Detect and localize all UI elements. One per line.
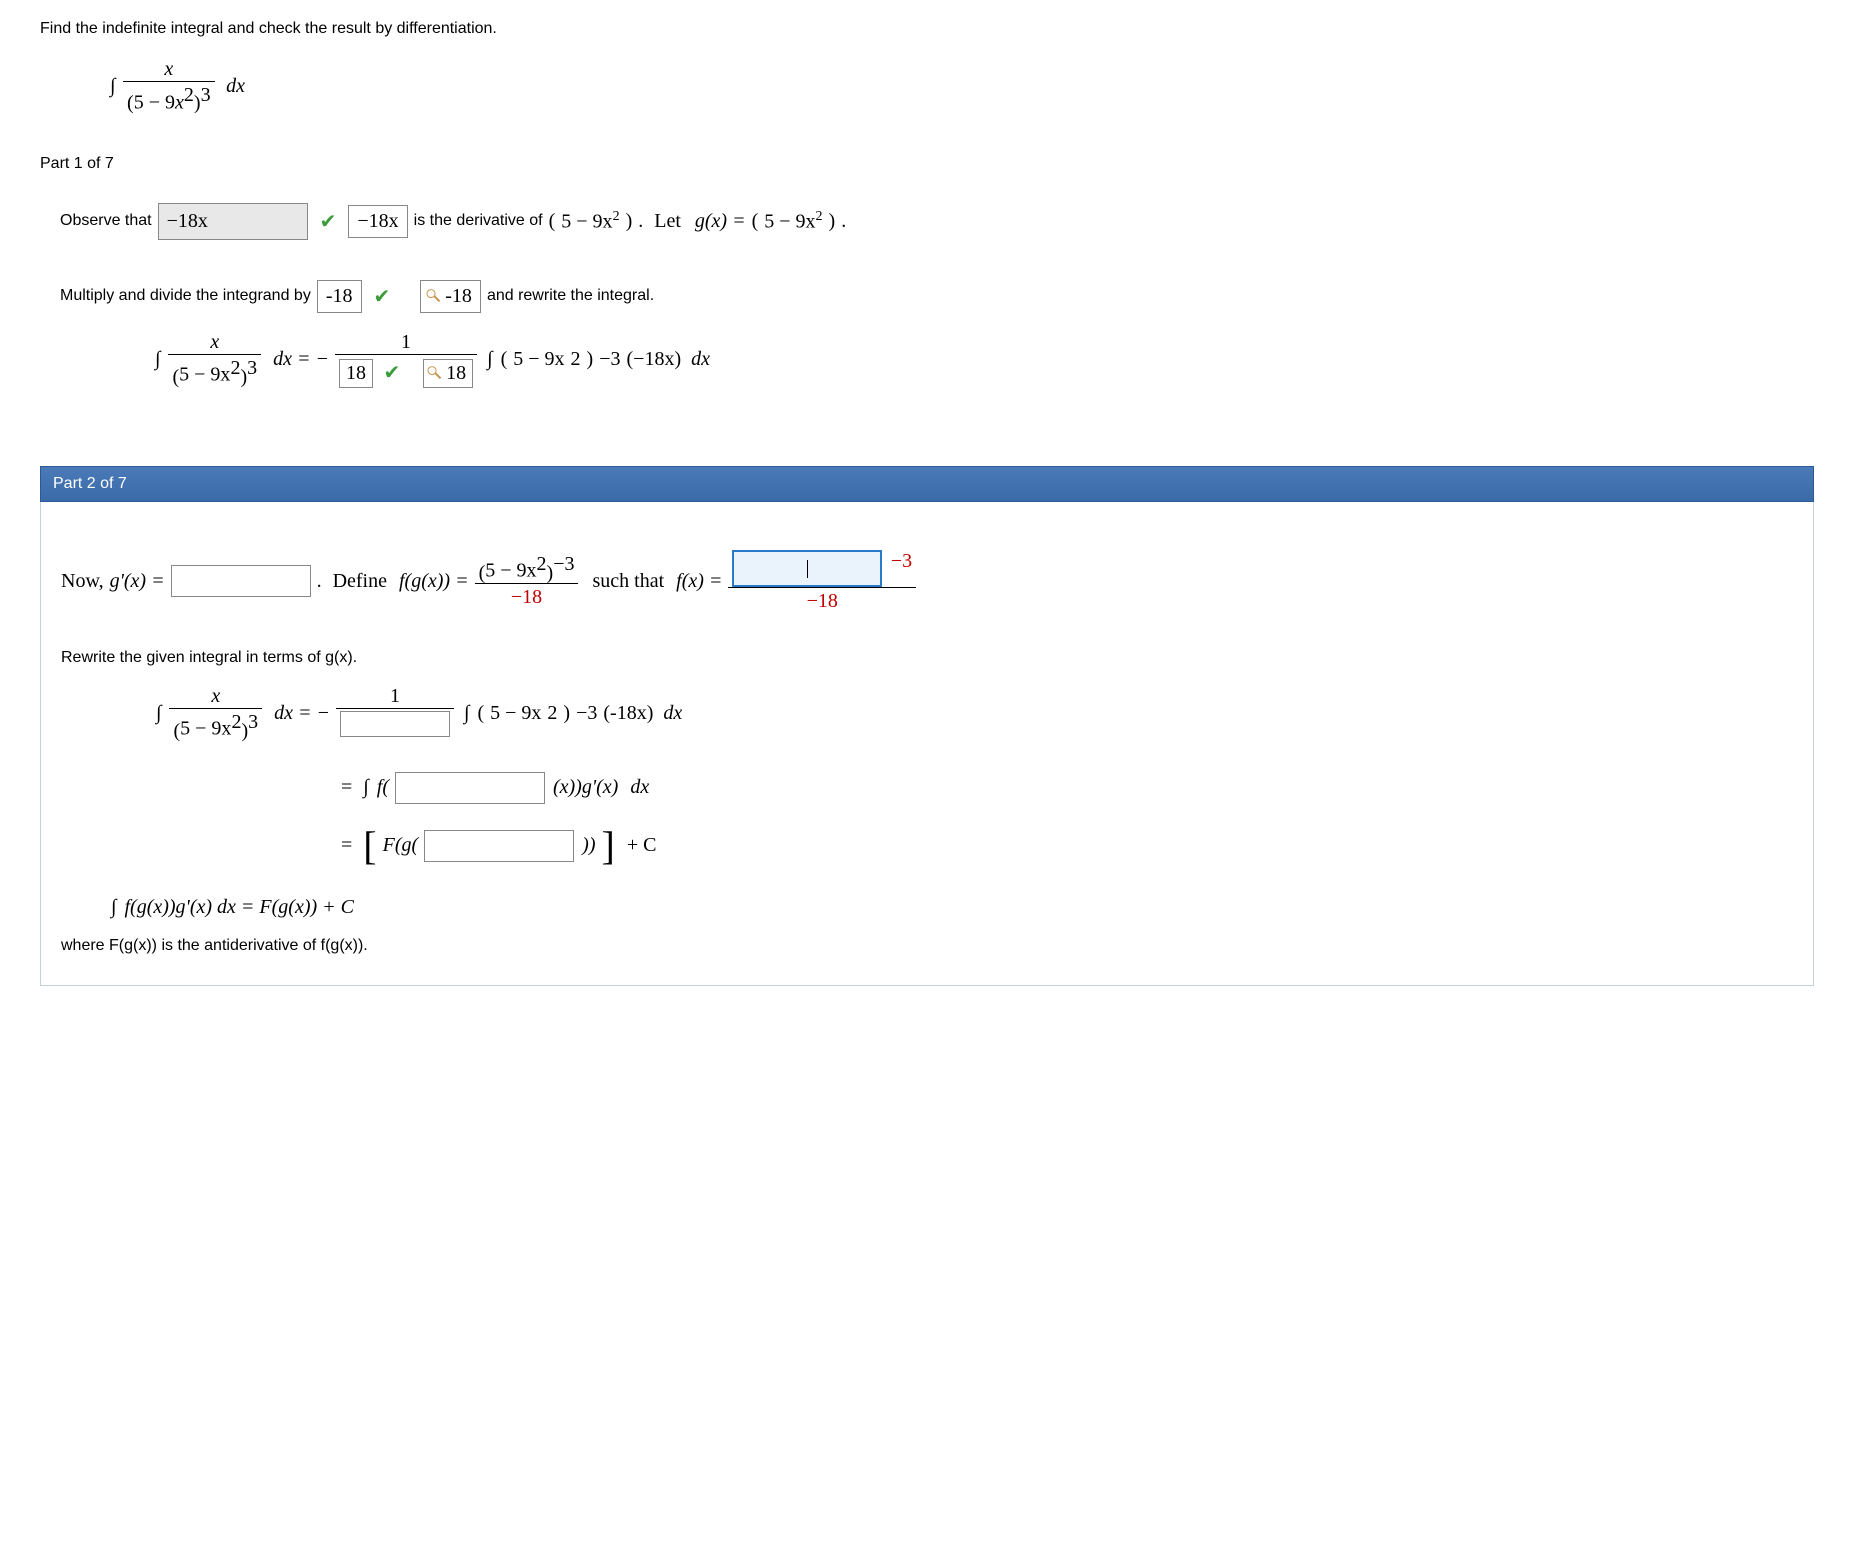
denom-key-1: 18 — [423, 359, 473, 388]
rule-line: f(g(x))g'(x) dx = F(g(x)) + C — [124, 896, 354, 919]
multiply-box: -18 — [317, 280, 362, 313]
now-text: Now, — [61, 570, 104, 593]
f-arg-input[interactable] — [395, 772, 545, 804]
denom-input-1[interactable]: 18 — [339, 359, 373, 388]
g-def: g(x) = — [695, 210, 746, 233]
gprime-label: g'(x) = — [110, 570, 165, 593]
where-text: where F(g(x)) is the antiderivative of f… — [61, 937, 1793, 955]
define-text: Define — [333, 570, 387, 593]
observe-answer-box: −18x — [348, 205, 407, 238]
denom-input-2[interactable] — [340, 711, 450, 737]
observe-text-b: is the derivative of — [414, 212, 543, 230]
rewrite-text: and rewrite the integral. — [487, 287, 654, 305]
expr-5m9x2-b: 5 − 9x2 — [764, 209, 822, 234]
check-icon: ✔ — [383, 360, 400, 385]
part2-label: Part 2 of 7 — [40, 466, 1814, 502]
such-that: such that — [592, 570, 664, 593]
check-icon: ✔ — [320, 209, 337, 234]
given-integral: ∫ x (5 − 9x2)3 dx — [110, 58, 1814, 115]
multiply-text: Multiply and divide the integrand by — [60, 287, 311, 305]
check-icon: ✔ — [374, 284, 391, 309]
key-box-1: -18 — [420, 280, 481, 313]
part1-label: Part 1 of 7 — [40, 155, 1814, 173]
observe-input[interactable]: −18x — [158, 203, 308, 240]
fx-label: f(x) = — [676, 570, 722, 593]
gprime-input[interactable] — [171, 565, 311, 597]
let-text: Let — [654, 210, 681, 233]
fgx-label: f(g(x)) = — [399, 570, 469, 593]
fx-numerator-input[interactable] — [732, 550, 882, 587]
expr-5m9x2-a: 5 − 9x2 — [561, 209, 619, 234]
problem-statement: Find the indefinite integral and check t… — [40, 20, 1814, 38]
key-icon — [426, 285, 446, 305]
rewrite-heading: Rewrite the given integral in terms of g… — [61, 649, 1793, 667]
observe-text-a: Observe that — [60, 212, 152, 230]
Fg-arg-input[interactable] — [424, 830, 574, 862]
key-icon — [427, 362, 447, 382]
